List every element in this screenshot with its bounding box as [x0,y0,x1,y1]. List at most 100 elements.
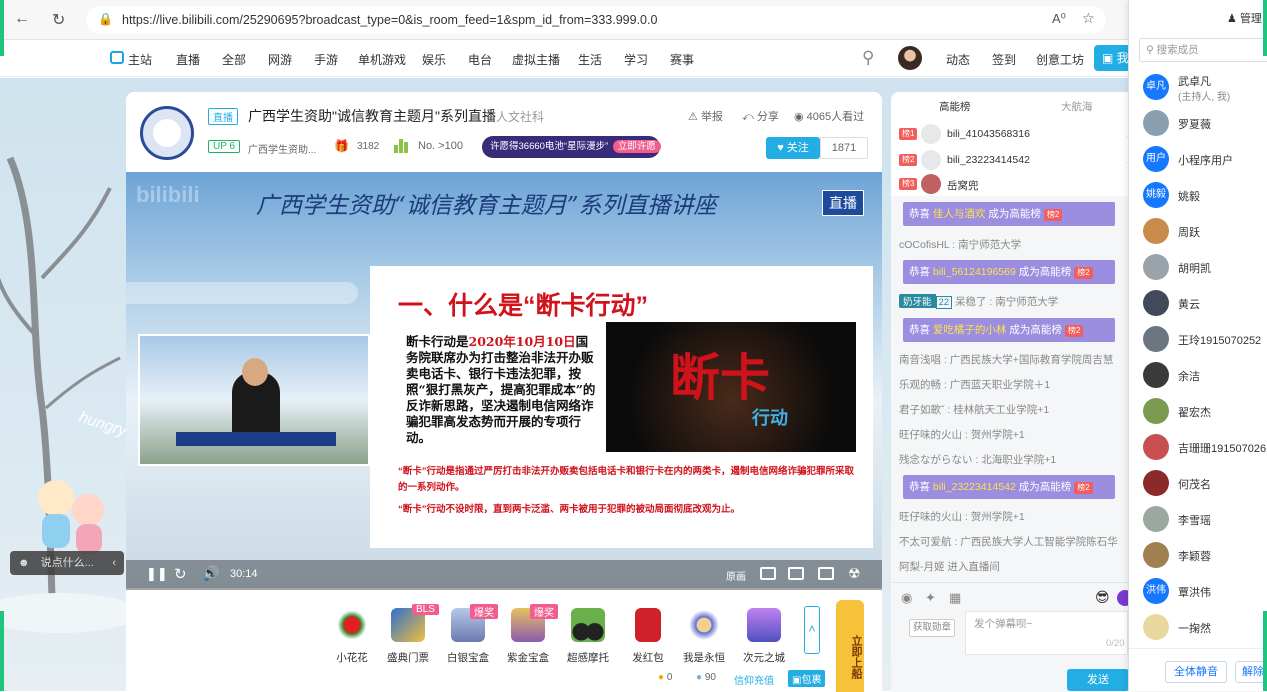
tab-energy-rank[interactable]: 高能榜 [939,99,971,114]
gift-item[interactable]: 小花花 [322,608,382,665]
purple-emote-icon[interactable] [1117,590,1128,606]
search-icon[interactable]: ⚲ [862,48,874,68]
gift-label: 发红包 [632,652,664,664]
favorite-icon[interactable]: ☆ [1082,10,1095,27]
nav-item-dynamic[interactable]: 动态 [946,51,970,68]
video-player[interactable]: bilibili 广西学生资助“诚信教育主题月”系列直播讲座 直播 一、什么是“… [126,172,882,588]
rank-label[interactable]: No. >100 [418,140,463,152]
collapse-icon[interactable]: ‹ [112,551,116,575]
announce-user[interactable]: 爱吃橘子的小林 [933,324,1007,336]
member-row[interactable]: 罗夏薇 [1143,106,1267,142]
gift-item[interactable]: 次元之城 [734,608,794,665]
tab-voyage[interactable]: 大航海 [1061,99,1093,114]
nav-item-study[interactable]: 学习 [624,51,648,68]
member-row[interactable]: 卓凡 武卓凡 (主持人, 我) [1143,70,1267,106]
chat-message-text: 呆稳了 : 南宁师范大学 [955,296,1059,308]
rank-row[interactable]: 榜3 岳窝兜 [899,174,1123,194]
reload-icon[interactable]: ↻ [52,10,65,30]
wish-banner[interactable]: 许愿得36660电池“星际漫步” 立即许愿 [482,136,661,158]
recharge-link[interactable]: 信仰充值 [734,672,774,687]
nav-item-radio[interactable]: 电台 [468,51,492,68]
nav-item-life[interactable]: 生活 [578,51,602,68]
heart-icon: ♥ [777,142,784,154]
nav-item-workshop[interactable]: 创意工坊 [1036,51,1084,68]
member-row[interactable]: 李颖蓉 [1143,538,1267,574]
board-ship-button[interactable]: 立即上船 [836,600,864,692]
member-row[interactable]: 黄云 [1143,286,1267,322]
palette-icon[interactable]: ◉ [901,590,912,606]
member-row[interactable]: 李雪瑶 [1143,502,1267,538]
gift-item[interactable]: 超感摩托 [558,608,618,665]
report-button[interactable]: ⚠ 举报 [688,108,723,124]
pause-icon[interactable]: ❚❚ [146,566,168,582]
share-button[interactable]: ⤺ 分享 [742,108,779,124]
fullscreen-icon[interactable]: ☢ [848,565,861,582]
wish-button[interactable]: 立即许愿 [612,140,661,153]
my-live-button[interactable]: ▣ 我 [1094,45,1128,71]
member-row[interactable]: 王玲1915070252 [1143,322,1267,358]
up-name[interactable]: 广西学生资助... [248,141,316,156]
nav-item-checkin[interactable]: 签到 [992,51,1016,68]
gift-expand-button[interactable]: ˄ [804,606,820,654]
gift-item[interactable]: 爆奖 白银宝盒 [438,604,498,665]
member-row[interactable]: 何茂名 [1143,466,1267,502]
room-avatar[interactable] [140,106,194,160]
webfullscreen-icon[interactable] [818,567,834,580]
sunglasses-emoji-icon[interactable]: 😎 [1095,589,1110,606]
member-search-input[interactable]: ⚲ 搜索成员 [1139,38,1267,62]
member-row[interactable]: 翟宏杰 [1143,394,1267,430]
announce-user[interactable]: 佳人与酒欢 [933,208,986,220]
member-row[interactable]: 姚毅 姚毅 [1143,178,1267,214]
member-row[interactable]: 余洁 [1143,358,1267,394]
gift-item[interactable]: 爆奖 紫金宝盒 [498,604,558,665]
nav-item-vtuber[interactable]: 虚拟主播 [512,51,560,68]
announce-user[interactable]: bili_56124196569 [933,266,1016,278]
announce-prefix: 恭喜 [909,324,930,336]
refresh-icon[interactable]: ↻ [174,565,187,583]
gift-item[interactable]: 发红包 [618,608,678,665]
manage-button[interactable]: ♟ 管理 [1227,10,1262,26]
member-row[interactable]: 吉珊珊1915070261 [1143,430,1267,466]
send-button[interactable]: 发送 [1067,669,1128,691]
member-name: 武卓凡 [1178,76,1211,88]
fan-medal[interactable]: 奶牙能 [899,294,936,308]
avatar[interactable] [898,46,922,70]
mute-all-button[interactable]: 全体静音 [1165,661,1227,683]
nav-item-all[interactable]: 全部 [222,51,246,68]
nav-item-entertainment[interactable]: 娱乐 [422,51,446,68]
nav-item-esports[interactable]: 赛事 [670,51,694,68]
pack-button[interactable]: ▣包裹 [788,670,826,687]
danmu-off-icon[interactable] [788,567,804,580]
rank-row[interactable]: 榜2 bili_23223414542 1 [899,150,1128,170]
gift-item[interactable]: 我是永恒 [674,608,734,665]
member-row[interactable]: 用户 小程序用户 [1143,142,1267,178]
member-row[interactable]: 周跃 [1143,214,1267,250]
puzzle-icon[interactable]: ✦ [925,590,936,606]
volume-icon[interactable]: 🔊 [202,565,219,582]
nav-item-live[interactable]: 直播 [176,51,200,68]
follow-button[interactable]: ♥ 关注 [766,137,820,159]
member-row[interactable]: 胡明凯 [1143,250,1267,286]
eye-icon: ◉ [794,111,804,123]
danmu-quick-input[interactable]: ☻ 说点什么... ‹ [10,551,124,575]
room-category[interactable]: 人文社科 [496,108,544,125]
nav-item-main[interactable]: 主站 [128,51,152,68]
back-arrow-icon[interactable]: ← [14,10,30,28]
danmu-input[interactable]: 发个弹幕呗~ 0/20 [965,611,1128,655]
member-avatar [1143,470,1169,496]
read-aloud-icon[interactable]: A⁰ [1052,11,1066,27]
member-row[interactable]: 一掬然 [1143,610,1267,646]
get-medal-button[interactable]: 获取勋章 [909,619,955,637]
nav-item-single-games[interactable]: 单机游戏 [358,51,406,68]
chat-panel: 高能榜 大航海 榜1 bili_41043568316 1 榜2 bili_23… [891,92,1128,692]
quality-selector[interactable]: 原画 [726,568,746,583]
announce-user[interactable]: bili_23223414542 [933,481,1016,493]
member-row[interactable]: 洪伟 覃洪伟 [1143,574,1267,610]
emote-panel-icon[interactable]: ▦ [949,590,961,606]
url-text[interactable]: https://live.bilibili.com/25290695?broad… [122,13,657,27]
gift-item[interactable]: BLS 盛典门票 [378,604,439,665]
rank-row[interactable]: 榜1 bili_41043568316 1 [899,124,1128,144]
nav-item-mobile-games[interactable]: 手游 [314,51,338,68]
nav-item-pc-games[interactable]: 网游 [268,51,292,68]
pip-icon[interactable] [760,567,776,580]
